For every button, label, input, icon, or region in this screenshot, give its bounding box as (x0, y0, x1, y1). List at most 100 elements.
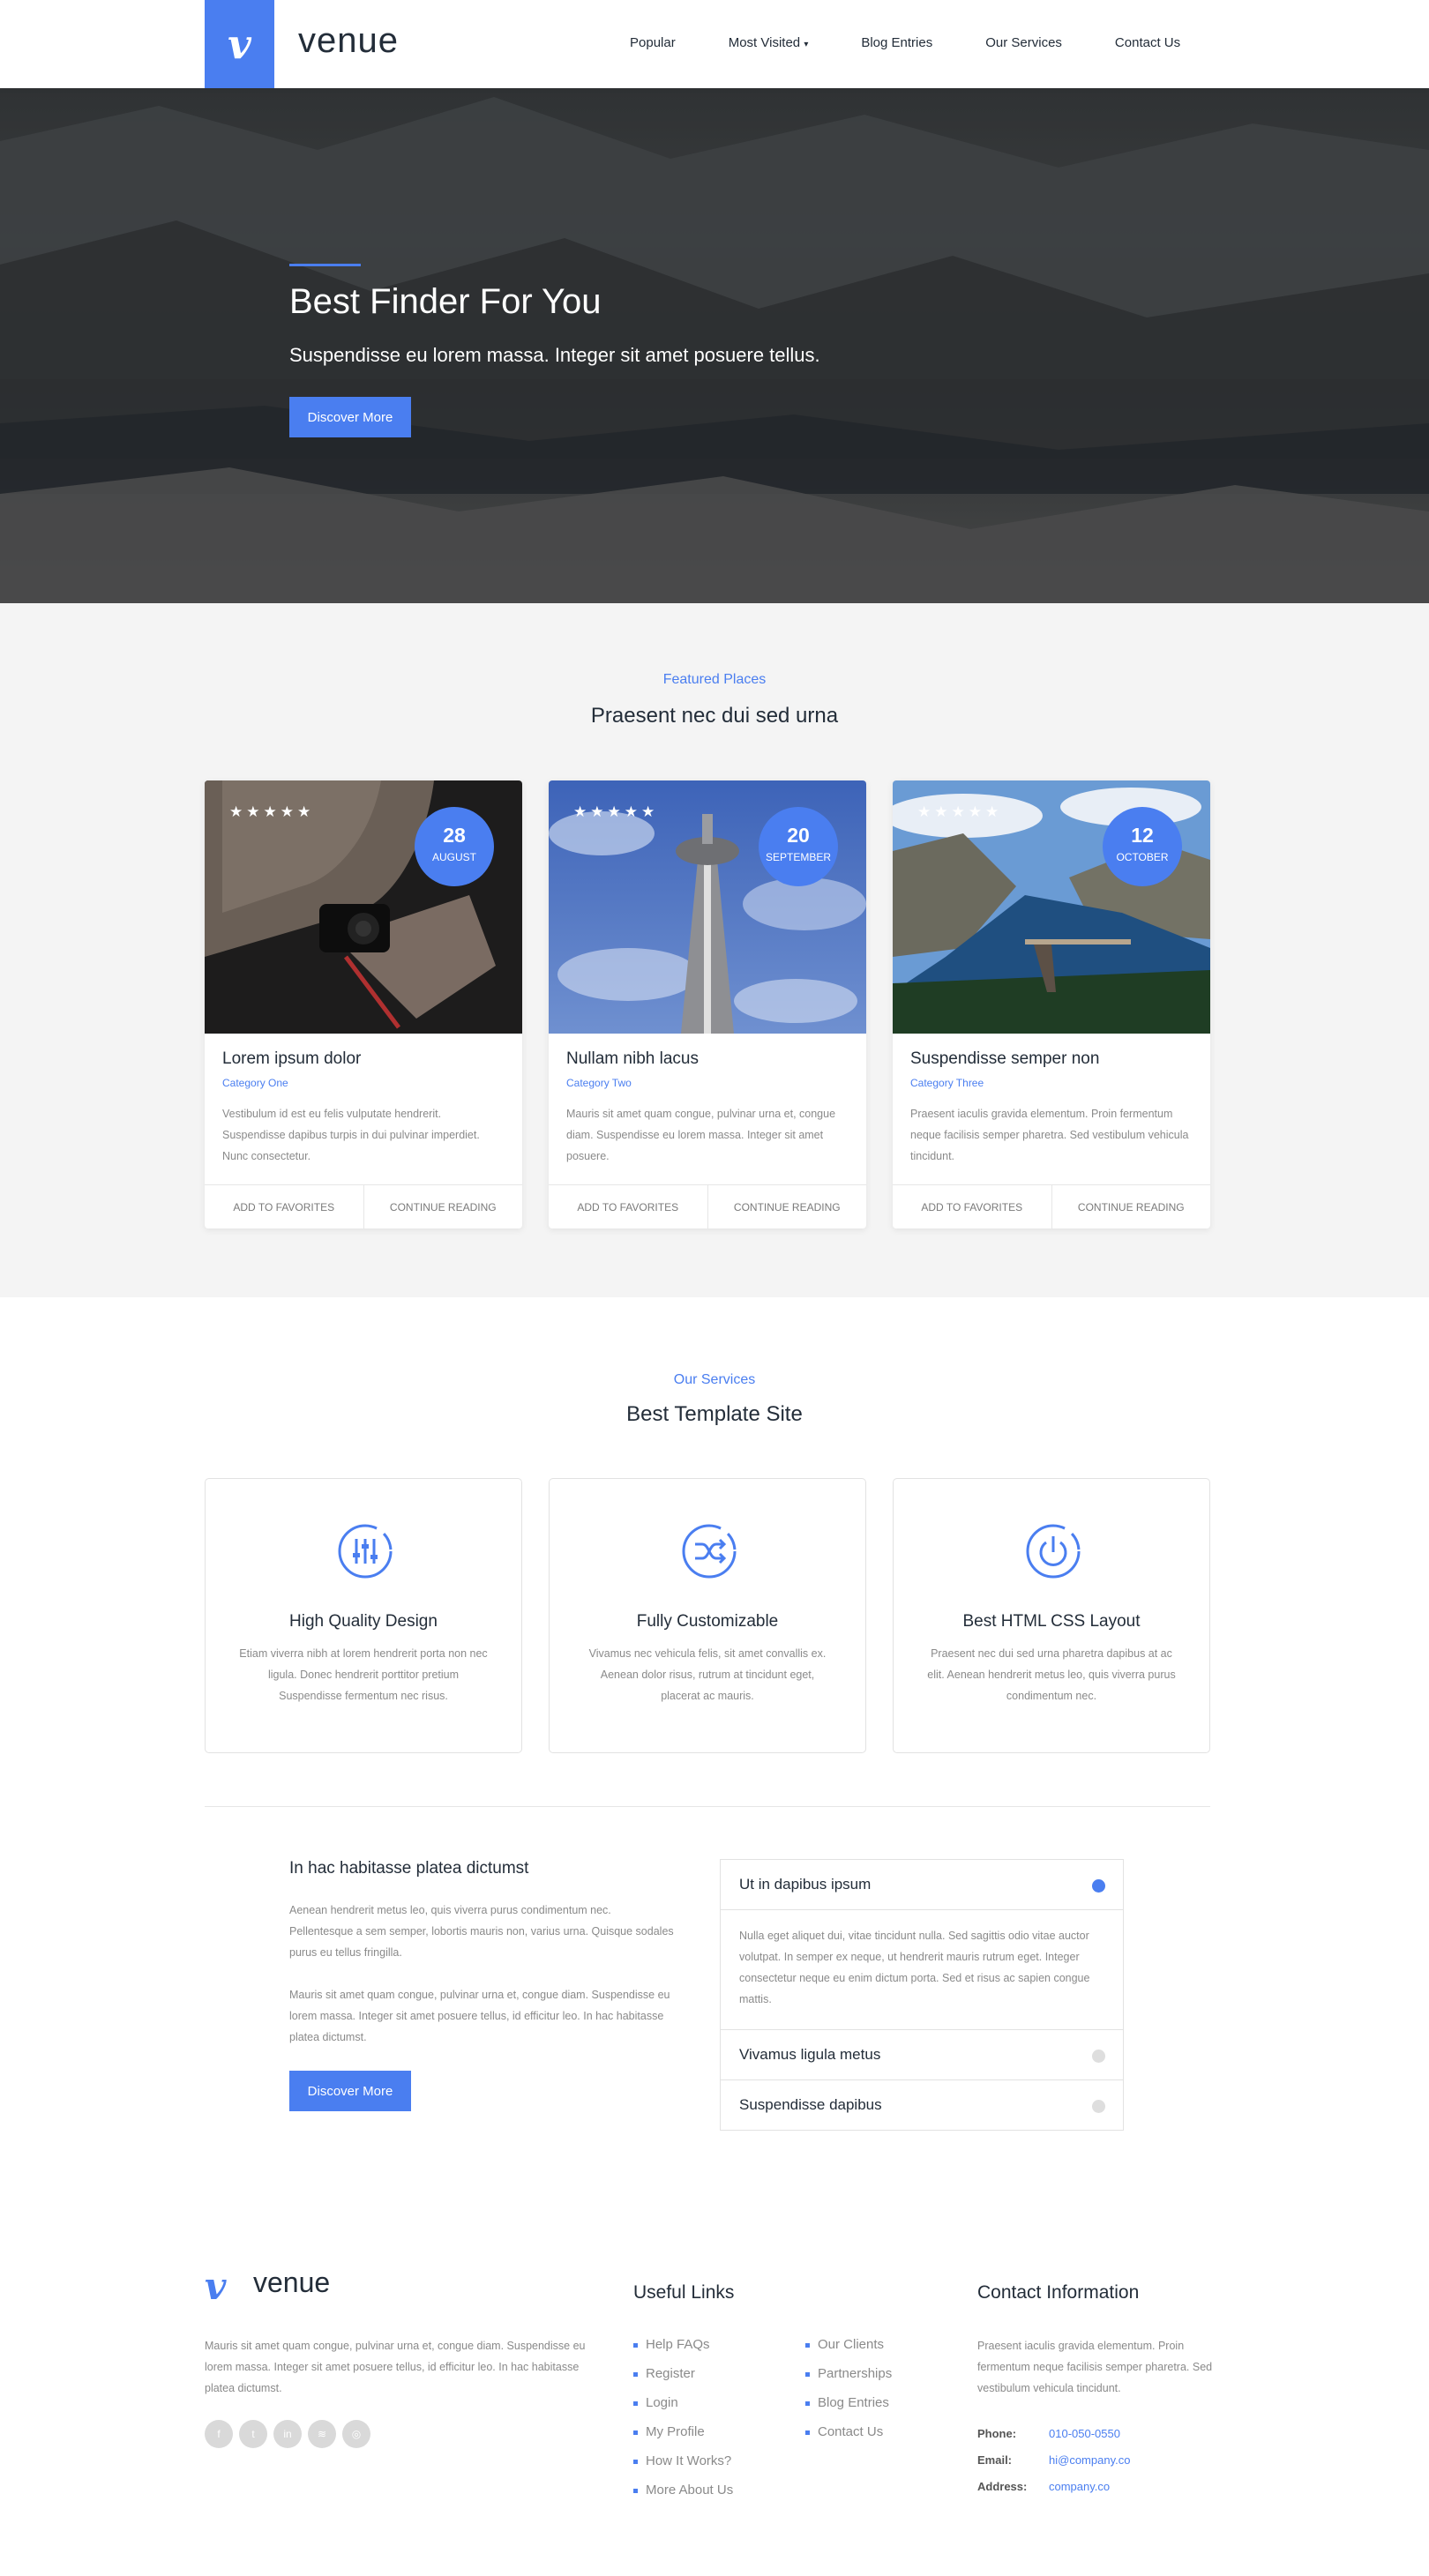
add-to-favorites-button[interactable]: Add to favorites (549, 1185, 708, 1228)
address-value[interactable]: company.co (1049, 2480, 1110, 2493)
caret-down-icon: ▾ (804, 40, 809, 49)
continue-reading-button[interactable]: Continue Reading (708, 1185, 867, 1228)
card-title[interactable]: Nullam nibh lacus (566, 1049, 699, 1069)
card-actions: Add to favorites Continue Reading (549, 1184, 866, 1228)
date-day: 20 (787, 824, 810, 847)
nav-our-services[interactable]: Our Services (985, 35, 1062, 50)
accordion-toggle-dot[interactable] (1092, 2100, 1105, 2113)
footer-about-text: Mauris sit amet quam congue, pulvinar ur… (205, 2340, 586, 2394)
nav-contact-us[interactable]: Contact Us (1115, 35, 1180, 50)
service-card: Fully Customizable Vivamus nec vehicula … (549, 1478, 866, 1753)
place-card: ★★★★★ 28 August Lorem ipsum dolor Catego… (205, 780, 522, 1228)
card-actions: Add to favorites Continue Reading (893, 1184, 1210, 1228)
logo-text[interactable]: venue (298, 21, 399, 61)
nav-most-visited[interactable]: Most Visited ▾ (729, 35, 809, 50)
continue-reading-button[interactable]: Continue Reading (364, 1185, 523, 1228)
footer-link-label: Login (646, 2395, 678, 2410)
footer-logo-text[interactable]: venue (253, 2266, 330, 2299)
power-icon (1026, 1524, 1081, 1579)
continue-reading-button[interactable]: Continue Reading (1052, 1185, 1211, 1228)
email-value[interactable]: hi@company.co (1049, 2453, 1130, 2467)
bullet-icon (805, 2372, 810, 2377)
facebook-icon[interactable]: f (205, 2420, 233, 2448)
about-discover-button[interactable]: Discover More (289, 2071, 411, 2111)
nav-blog-entries[interactable]: Blog Entries (861, 35, 932, 50)
footer-link[interactable]: Our Clients (805, 2337, 892, 2366)
date-day: 28 (443, 824, 466, 847)
footer-link-label: Partnerships (818, 2366, 893, 2381)
footer-link[interactable]: Partnerships (805, 2366, 892, 2395)
footer-link[interactable]: How It Works? (633, 2453, 733, 2483)
card-image-tower[interactable]: ★★★★★ 20 September (549, 780, 866, 1034)
accordion-header[interactable]: Suspendisse dapibus (721, 2080, 1123, 2130)
bullet-icon (633, 2372, 638, 2377)
footer-link-label: My Profile (646, 2424, 705, 2439)
rating-stars: ★★★★★ (229, 803, 315, 820)
accordion-toggle-dot[interactable] (1092, 2050, 1105, 2063)
footer-link[interactable]: Blog Entries (805, 2395, 892, 2424)
bullet-icon (633, 2489, 638, 2493)
phone-value[interactable]: 010-050-0550 (1049, 2427, 1120, 2440)
accordion-title: Ut in dapibus ipsum (739, 1876, 872, 1893)
hero-discover-button[interactable]: Discover More (289, 397, 411, 437)
bullet-icon (633, 2343, 638, 2348)
service-title: Best HTML CSS Layout (962, 1612, 1141, 1631)
useful-links-col-2: Our Clients Partnerships Blog Entries Co… (805, 2337, 892, 2453)
place-card: ★★★★★ 20 September Nullam nibh lacus Cat… (549, 780, 866, 1228)
card-category[interactable]: Category Three (910, 1077, 984, 1089)
bullet-icon (805, 2343, 810, 2348)
accordion-item: Ut in dapibus ipsum Nulla eget aliquet d… (721, 1860, 1123, 2030)
shuffle-icon (682, 1524, 737, 1579)
contact-address-row: Address: company.co (977, 2480, 1110, 2493)
about-title: In hac habitasse platea dictumst (289, 1859, 529, 1878)
services-kicker: Our Services (673, 1372, 756, 1387)
linkedin-icon[interactable]: in (273, 2420, 302, 2448)
contact-email-row: Email: hi@company.co (977, 2453, 1130, 2467)
rss-icon[interactable]: ≋ (308, 2420, 336, 2448)
address-label: Address: (977, 2480, 1028, 2493)
bullet-icon (805, 2430, 810, 2435)
footer-link[interactable]: Contact Us (805, 2424, 892, 2453)
main-nav: Popular Most Visited ▾ Blog Entries Our … (630, 35, 1180, 50)
footer-link[interactable]: My Profile (633, 2424, 733, 2453)
service-card: Best HTML CSS Layout Praesent nec dui se… (893, 1478, 1210, 1753)
card-category[interactable]: Category Two (566, 1077, 632, 1089)
twitter-icon[interactable]: t (239, 2420, 267, 2448)
add-to-favorites-button[interactable]: Add to favorites (893, 1185, 1052, 1228)
bullet-icon (633, 2430, 638, 2435)
footer-logo-mark[interactable]: v (205, 2265, 226, 2308)
date-badge: 20 September (759, 807, 838, 886)
rating-stars: ★★★★★ (917, 803, 1003, 820)
card-image-camera[interactable]: ★★★★★ 28 August (205, 780, 522, 1034)
logo-mark[interactable]: v (205, 0, 274, 88)
hero-section: Best Finder For You Suspendisse eu lorem… (0, 88, 1429, 603)
card-image-fjord[interactable]: ★★★★★ 12 October (893, 780, 1210, 1034)
accordion: Ut in dapibus ipsum Nulla eget aliquet d… (720, 1859, 1124, 2131)
accordion-title: Suspendisse dapibus (739, 2096, 882, 2113)
date-month: September (765, 851, 831, 863)
footer-link[interactable]: More About Us (633, 2483, 733, 2512)
accordion-header[interactable]: Vivamus ligula metus (721, 2030, 1123, 2079)
nav-popular[interactable]: Popular (630, 35, 676, 50)
bullet-icon (633, 2460, 638, 2464)
accordion-header[interactable]: Ut in dapibus ipsum (721, 1860, 1123, 1909)
dribbble-icon[interactable]: ◎ (342, 2420, 370, 2448)
contact-heading: Contact Information (977, 2282, 1140, 2303)
accordion-toggle-dot[interactable] (1092, 1879, 1105, 1893)
card-category[interactable]: Category One (222, 1077, 288, 1089)
footer-link[interactable]: Register (633, 2366, 733, 2395)
footer-link[interactable]: Login (633, 2395, 733, 2424)
add-to-favorites-button[interactable]: Add to favorites (205, 1185, 364, 1228)
card-title[interactable]: Lorem ipsum dolor (222, 1049, 361, 1069)
date-month: August (431, 851, 476, 863)
service-card: High Quality Design Etiam viverra nibh a… (205, 1478, 522, 1753)
social-links: f t in ≋ ◎ (205, 2420, 370, 2448)
footer-link-label: Register (646, 2366, 695, 2381)
footer-link[interactable]: Help FAQs (633, 2337, 733, 2366)
service-text: Etiam viverra nibh at lorem hendrerit po… (239, 1647, 488, 1702)
card-title[interactable]: Suspendisse semper non (910, 1049, 1099, 1069)
service-title: Fully Customizable (636, 1612, 779, 1631)
date-badge: 28 August (415, 807, 494, 886)
date-month: October (1116, 851, 1169, 863)
email-label: Email: (977, 2453, 1013, 2467)
